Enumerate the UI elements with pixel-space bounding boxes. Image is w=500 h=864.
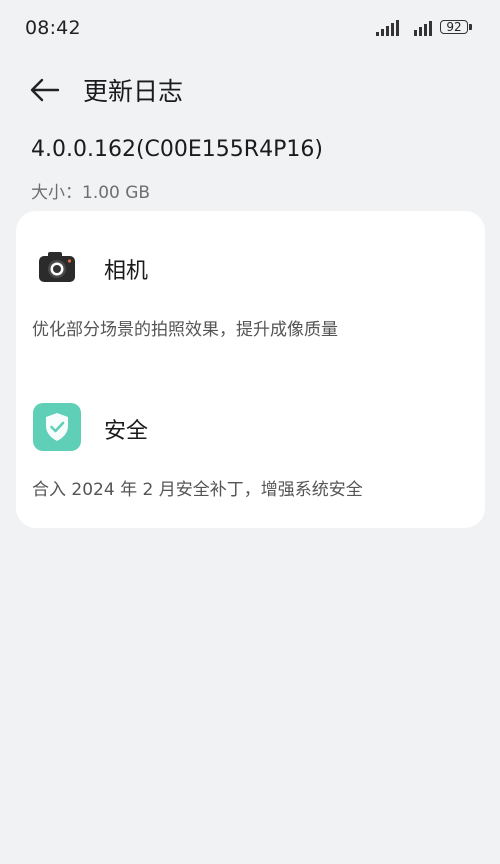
camera-icon [39, 252, 75, 282]
page-title: 更新日志 [83, 77, 184, 106]
status-time: 08:42 [25, 17, 81, 39]
changelog-item-description: 优化部分场景的拍照效果，提升成像质量 [32, 320, 338, 340]
status-bar: 08:42 92 [0, 0, 500, 58]
signal-icon [376, 20, 399, 36]
changelog-item-title: 安全 [104, 419, 149, 444]
battery-icon: 92 [440, 20, 474, 36]
signal-icon-secondary [414, 21, 432, 36]
battery-tip [469, 24, 472, 30]
changelog-card: 相机 优化部分场景的拍照效果，提升成像质量 安全 合入 2024 年 2 月安全… [16, 211, 485, 528]
changelog-item-description: 合入 2024 年 2 月安全补丁，增强系统安全 [32, 480, 363, 500]
app-header: 更新日志 [0, 58, 500, 118]
shield-icon [33, 403, 81, 451]
battery-level: 92 [440, 20, 468, 34]
changelog-item-title: 相机 [104, 259, 149, 284]
back-arrow-icon[interactable] [28, 73, 62, 107]
version-number: 4.0.0.162(C00E155R4P16) [31, 137, 323, 162]
update-size: 大小：1.00 GB [31, 183, 151, 203]
